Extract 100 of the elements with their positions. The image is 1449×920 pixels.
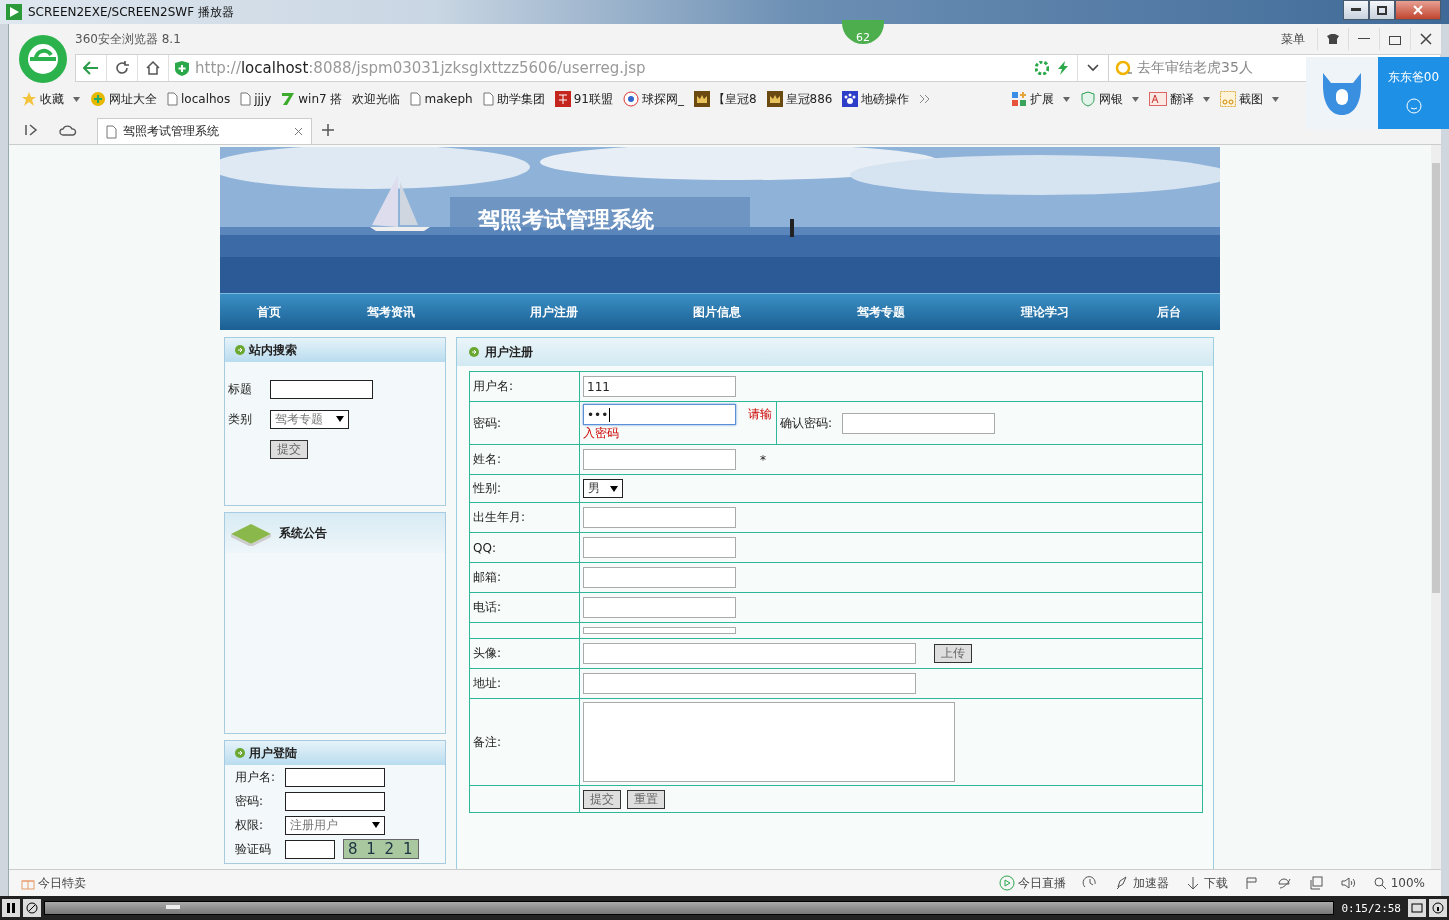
text-field[interactable] [583, 627, 736, 634]
captcha-field[interactable] [285, 839, 335, 859]
close-button[interactable] [1395, 0, 1441, 20]
new-tab-icon[interactable] [322, 124, 334, 136]
progress-track[interactable] [44, 901, 1335, 915]
info-icon [1432, 902, 1444, 914]
sidebar-icon[interactable] [25, 124, 39, 136]
bookmark-item[interactable]: 收藏 [21, 90, 80, 108]
bookmark-item[interactable]: 欢迎光临 [352, 90, 401, 108]
field-label: 密码: [235, 792, 265, 810]
maximize-button[interactable] [1369, 0, 1395, 20]
shield-icon [1080, 91, 1097, 107]
bullet-icon [469, 347, 479, 357]
text-field[interactable] [583, 597, 736, 618]
bookmark-item[interactable]: 91联盟 [554, 90, 613, 108]
bookmark-item[interactable]: 地磅操作 [842, 90, 910, 108]
confirm-password-field[interactable] [842, 412, 996, 434]
role-select[interactable]: 注册用户 [285, 815, 385, 835]
captcha-image: 8 1 2 1 [343, 839, 420, 859]
text-field[interactable] [583, 567, 736, 588]
field-label: 验证码 [235, 840, 272, 858]
minimize-button[interactable] [1343, 0, 1369, 20]
caret-icon [1063, 96, 1071, 102]
remarks-field[interactable] [583, 702, 955, 782]
field-label: 出生年月: [473, 510, 526, 524]
nav-link[interactable]: 用户注册 [464, 294, 644, 330]
browser-logo [18, 34, 68, 84]
toolbar-item[interactable]: 扩展 [1011, 90, 1071, 108]
progress-thumb[interactable] [166, 905, 181, 909]
caret-icon [610, 485, 618, 492]
caret-icon [1132, 96, 1140, 102]
browser-tab[interactable]: 驾照考试管理系统 [97, 118, 312, 144]
seven-icon [281, 92, 296, 106]
gender-select[interactable]: 男 [583, 479, 623, 498]
info-button[interactable] [1429, 899, 1447, 917]
text-field[interactable]: 111 [583, 376, 736, 397]
toolbar-item[interactable]: 截图 [1220, 90, 1280, 108]
status-item[interactable]: 今日特卖 [21, 874, 86, 892]
bookmark-item[interactable]: 球探网_ [622, 90, 684, 108]
field-label: QQ: [473, 540, 496, 555]
bookmark-item[interactable]: 【皇冠8 [693, 90, 757, 108]
nav-link[interactable]: 理论学习 [972, 294, 1118, 330]
category-select[interactable]: 驾考专题 [270, 409, 349, 429]
text-field[interactable] [583, 507, 736, 528]
username-field[interactable] [285, 767, 385, 787]
stop-button[interactable] [23, 899, 41, 917]
field-label: 头像: [473, 646, 502, 660]
page-icon [106, 124, 117, 139]
paw-icon [842, 91, 859, 107]
menu-button[interactable]: 菜单 [1281, 30, 1305, 48]
upload-button[interactable]: 上传 [934, 644, 972, 663]
close-icon[interactable] [294, 127, 303, 136]
site-title: 驾照考试管理系统 [478, 205, 654, 234]
bookmark-item[interactable]: 助学集团 [482, 90, 545, 108]
cloud-icon[interactable] [59, 124, 77, 136]
nav-link[interactable]: 后台 [1118, 294, 1220, 330]
play-icon [998, 875, 1015, 891]
reset-button[interactable]: 重置 [627, 789, 665, 809]
nav-link[interactable]: 图片信息 [644, 294, 790, 330]
field-label: 用户名: [473, 379, 514, 393]
page-icon [167, 92, 178, 106]
toolbar-item[interactable]: 翻译 [1149, 90, 1211, 108]
scissors-icon [1220, 91, 1237, 107]
browser-icon [1275, 875, 1292, 891]
status-item[interactable]: 今日直播 [998, 874, 1066, 892]
panel-title: 站内搜索 [249, 341, 297, 359]
bookmark-item[interactable]: localhos [167, 92, 231, 106]
text-field[interactable] [583, 449, 736, 470]
status-item[interactable]: 下载 [1184, 874, 1228, 892]
pause-button[interactable] [2, 899, 20, 917]
nav-link[interactable]: 首页 [220, 294, 318, 330]
submit-button[interactable]: 提交 [270, 439, 308, 459]
search-placeholder: 去年审结老虎35人 [1137, 59, 1253, 77]
bookmark-item[interactable]: win7 搭 [281, 90, 343, 108]
submit-button[interactable]: 提交 [583, 789, 621, 809]
page-icon [410, 92, 422, 106]
text-field[interactable] [583, 537, 736, 558]
file-field[interactable] [583, 643, 916, 664]
fullscreen-button[interactable] [1408, 899, 1426, 917]
bookmark-item[interactable]: jjjy [240, 92, 272, 106]
title-field[interactable] [270, 379, 373, 399]
chevron-icon [1087, 64, 1099, 72]
bookmark-item[interactable]: 皇冠886 [766, 90, 833, 108]
bookmark-item[interactable]: 网址大全 [90, 90, 157, 108]
window-icon [1307, 875, 1324, 891]
password-field[interactable]: ••• [583, 404, 736, 425]
status-item[interactable]: 100% [1371, 875, 1425, 891]
more-icon[interactable] [919, 94, 932, 104]
status-item[interactable]: 加速器 [1113, 874, 1169, 892]
address-field[interactable] [583, 673, 916, 694]
toolbar-item[interactable]: 网银 [1080, 90, 1140, 108]
nav-link[interactable]: 驾考专题 [790, 294, 972, 330]
address-bar[interactable]: http://localhost:8088/jspm03031jzksglxttzz5606/userreg.jsp [75, 54, 1109, 82]
bookmark-item[interactable]: makeph [410, 92, 473, 106]
panel-title: 用户登陆 [249, 744, 297, 762]
nav-link[interactable]: 驾考资讯 [318, 294, 464, 330]
scrollbar[interactable] [1431, 145, 1441, 869]
player-icon [6, 4, 22, 20]
aperture-icon [1035, 61, 1049, 75]
password-field[interactable] [285, 791, 385, 811]
